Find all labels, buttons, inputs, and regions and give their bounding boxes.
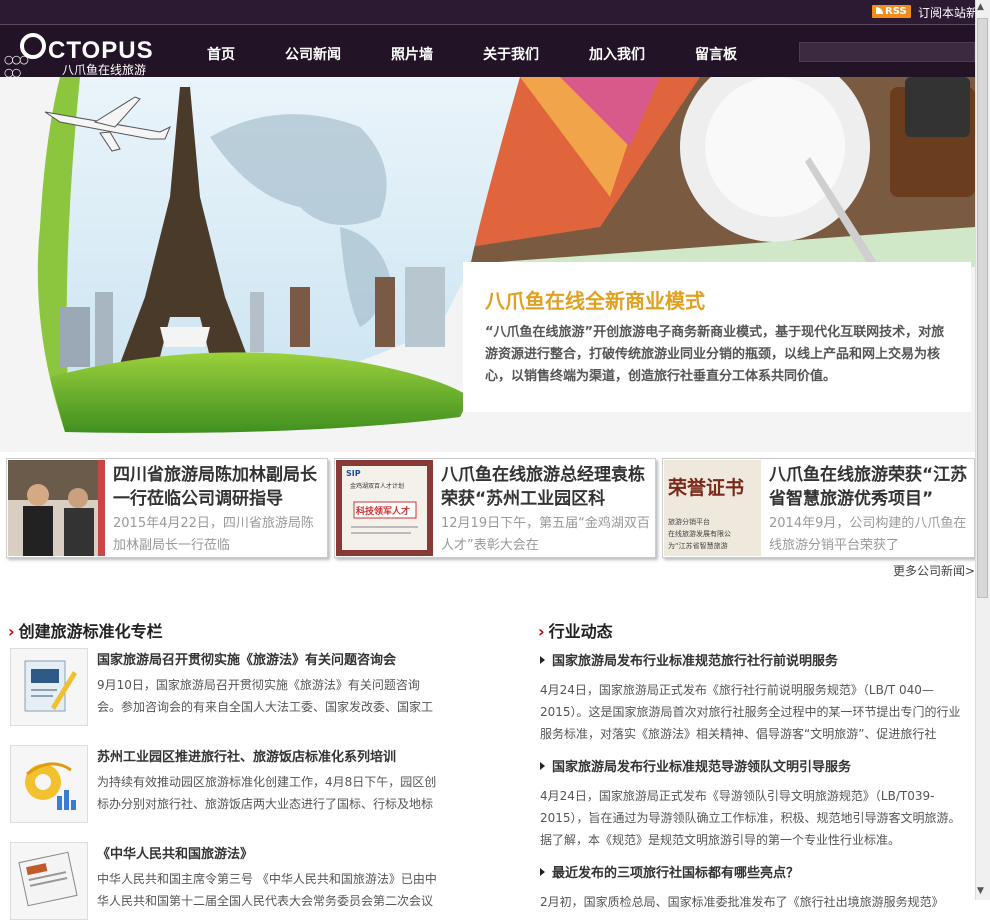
standards-item-title[interactable]: 《中华人民共和国旅游法》: [97, 843, 253, 862]
scroll-down-arrow-icon[interactable]: ▼: [977, 886, 984, 896]
standards-item-desc: 9月10日，国家旅游局召开贯彻实施《旅游法》有关问题咨询会。参加咨询会的有来自全…: [97, 678, 434, 714]
industry-item-title[interactable]: 国家旅游局发布行业标准规范旅行社行前说明服务: [540, 650, 965, 669]
industry-item-title-text: 国家旅游局发布行业标准规范导游领队文明引导服务: [552, 760, 852, 775]
certificate-program-name: 金鸡湖双百人才计划: [350, 482, 404, 490]
standards-title-text: 创建旅游标准化专栏: [18, 622, 163, 641]
scroll-up-arrow-icon[interactable]: ▲: [977, 2, 984, 12]
standards-item-title[interactable]: 国家旅游局召开贯彻实施《旅游法》有关问题咨询会: [97, 649, 396, 668]
nav-company-news[interactable]: 公司新闻: [285, 44, 341, 64]
industry-item-desc: 2月初，国家质检总局、国家标准委批准发布了《旅行社出境旅游服务规范》: [540, 895, 944, 909]
bullet-triangle-icon: [540, 656, 545, 664]
more-news-link[interactable]: 更多公司新闻>: [893, 562, 975, 579]
industry-title-text: 行业动态: [548, 622, 613, 641]
nav-about-us[interactable]: 关于我们: [483, 44, 539, 64]
news-card-summary: 12月19日下午，第五届“金鸡湖双百人才”表彰大会在: [441, 516, 650, 553]
search-input[interactable]: [799, 42, 975, 62]
rss-label: RSS: [885, 6, 907, 17]
scrollbar-thumb[interactable]: [977, 18, 988, 598]
bullet-triangle-icon: [540, 868, 545, 876]
newspaper-icon: [10, 842, 88, 920]
certificate-sip-badge: SIP: [346, 469, 361, 478]
standards-list-item[interactable]: 国家旅游局召开贯彻实施《旅游法》有关问题咨询会 9月10日，国家旅游局召开贯彻实…: [10, 648, 440, 728]
news-card[interactable]: 四川省旅游局陈加林副局长一行莅临公司调研指导 2015年4月22日，四川省旅游局…: [6, 458, 328, 558]
rss-badge[interactable]: RSS: [872, 5, 911, 18]
logo-ring-icon: [20, 33, 46, 59]
standards-list-item[interactable]: 苏州工业园区推进旅行社、旅游饭店标准化系列培训 为持续有效推动园区旅游标准化创建…: [10, 745, 440, 825]
nav-join-us[interactable]: 加入我们: [589, 44, 645, 64]
logo-bubbles-icon: ○○○ ○○: [4, 53, 29, 79]
standards-section-title: › 创建旅游标准化专栏: [8, 618, 163, 642]
top-bar: [0, 0, 975, 25]
news-card-image: SIP 金鸡湖双百人才计划 科技领军人才: [336, 460, 433, 556]
industry-item-title-text: 国家旅游局发布行业标准规范旅行社行前说明服务: [552, 654, 839, 669]
industry-item-title[interactable]: 国家旅游局发布行业标准规范导游领队文明引导服务: [540, 756, 965, 775]
industry-section-title: › 行业动态: [538, 618, 613, 642]
news-card-summary: 2015年4月22日，四川省旅游局陈加林副局长一行莅临: [113, 516, 314, 553]
industry-list-item[interactable]: 最近发布的三项旅行社国标都有哪些亮点？ 2月初，国家质检总局、国家标准委批准发布…: [540, 862, 965, 913]
certificate-heading: 荣誉证书: [667, 476, 744, 499]
certificate-line-1: 旅游分销平台: [668, 517, 710, 526]
industry-list-item[interactable]: 国家旅游局发布行业标准规范导游领队文明引导服务 4月24日，国家旅游局正式发布《…: [540, 756, 965, 851]
section-arrow-icon: ›: [538, 622, 545, 641]
logo-slogan: 八爪鱼在线旅游: [62, 63, 147, 77]
standards-item-desc: 为持续有效推动园区旅游标准化创建工作，4月8日下午，园区创标办分别对旅行社、旅游…: [97, 775, 437, 811]
certificate-line-2: 在线旅游发展有限公: [668, 529, 731, 538]
document-pen-icon: [10, 648, 88, 726]
industry-item-desc: 4月24日，国家旅游局正式发布《导游领队引导文明旅游规范》（LB/T039-20…: [540, 789, 961, 847]
rss-icon: [876, 7, 883, 14]
banner-title[interactable]: 八爪鱼在线全新商业模式: [485, 285, 705, 314]
site-header: ○○○ ○○ CTOPUS 八爪鱼在线旅游 首页 公司新闻 照片墙 关于我们 加入…: [0, 25, 975, 79]
standards-item-title[interactable]: 苏州工业园区推进旅行社、旅游饭店标准化系列培训: [97, 746, 396, 765]
section-arrow-icon: ›: [8, 622, 15, 641]
ie-chart-icon: [10, 745, 88, 823]
news-card-title: 四川省旅游局陈加林副局长一行莅临公司调研指导: [113, 465, 317, 509]
nav-photo-wall[interactable]: 照片墙: [391, 44, 433, 64]
industry-item-desc: 4月24日，国家旅游局正式发布《旅行社行前说明服务规范》（LB/T 040—20…: [540, 683, 961, 741]
certificate-line-3: 为“江苏省智慧旅游: [668, 541, 728, 550]
news-card[interactable]: 荣誉证书 旅游分销平台 在线旅游发展有限公 为“江苏省智慧旅游 八爪鱼在线旅游荣…: [662, 458, 975, 558]
nav-home[interactable]: 首页: [207, 44, 235, 64]
standards-item-desc: 中华人民共和国主席令第三号 《中华人民共和国旅游法》已由中华人民共和国第十二届全…: [97, 872, 437, 908]
nav-guestbook[interactable]: 留言板: [695, 44, 737, 64]
site-logo[interactable]: ○○○ ○○ CTOPUS 八爪鱼在线旅游: [4, 31, 159, 79]
industry-item-title[interactable]: 最近发布的三项旅行社国标都有哪些亮点？: [540, 862, 965, 881]
news-card-image: 荣誉证书 旅游分销平台 在线旅游发展有限公 为“江苏省智慧旅游: [664, 460, 761, 556]
news-card-title: 八爪鱼在线旅游总经理袁栋荣获“苏州工业园区科: [441, 465, 645, 509]
bullet-triangle-icon: [540, 762, 545, 770]
news-card-summary: 2014年9月，公司构建的八爪鱼在线旅游分销平台荣获了: [769, 516, 967, 553]
banner-description: “八爪鱼在线旅游”开创旅游电子商务新商业模式，基于现代化互联网技术，对旅游资源进…: [485, 325, 945, 384]
certificate-award-title: 科技领军人才: [356, 505, 410, 517]
standards-list-item[interactable]: 《中华人民共和国旅游法》 中华人民共和国主席令第三号 《中华人民共和国旅游法》已…: [10, 842, 440, 922]
news-card-title: 八爪鱼在线旅游荣获“江苏省智慧旅游优秀项目”: [769, 465, 968, 509]
news-card-image: [8, 460, 105, 556]
industry-item-title-text: 最近发布的三项旅行社国标都有哪些亮点？: [552, 866, 800, 881]
industry-list-item[interactable]: 国家旅游局发布行业标准规范旅行社行前说明服务 4月24日，国家旅游局正式发布《旅…: [540, 650, 965, 745]
news-card[interactable]: SIP 金鸡湖双百人才计划 科技领军人才 八爪鱼在线旅游总经理袁栋荣获“苏州工业…: [334, 458, 656, 558]
